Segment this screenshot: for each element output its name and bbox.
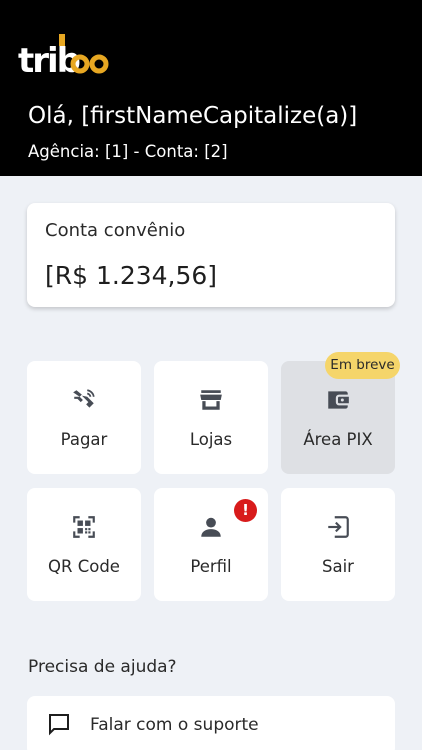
logout-icon: [325, 514, 351, 540]
support-button[interactable]: Falar com o suporte: [27, 696, 395, 750]
balance-label: Conta convênio: [45, 220, 186, 241]
wallet-icon: [325, 387, 351, 413]
balance-card: Conta convênio [R$ 1.234,56]: [27, 203, 395, 307]
coming-soon-badge: Em breve: [325, 352, 400, 379]
logo-accent-bar: [59, 34, 65, 46]
tile-qr-code[interactable]: QR Code: [27, 488, 141, 601]
greeting-title: Olá, [firstNameCapitalize(a)]: [28, 103, 358, 129]
tile-lojas[interactable]: Lojas: [154, 361, 268, 474]
tile-label: QR Code: [48, 557, 120, 576]
support-label: Falar com o suporte: [90, 715, 259, 735]
tile-pagar[interactable]: Pagar: [27, 361, 141, 474]
tile-label: Perfil: [190, 557, 232, 576]
logo-rings-icon: [70, 54, 109, 74]
balance-value: [R$ 1.234,56]: [45, 261, 218, 290]
contactless-pay-icon: [71, 387, 97, 413]
tile-sair[interactable]: Sair: [281, 488, 395, 601]
app-header: trib Olá, [firstNameCapitalize(a)] Agênc…: [0, 0, 422, 176]
storefront-icon: [198, 387, 224, 413]
profile-alert-badge: !: [234, 499, 257, 522]
qr-code-icon: [71, 514, 97, 540]
person-icon: [198, 514, 224, 540]
tile-label: Lojas: [189, 430, 233, 449]
account-info: Agência: [1] - Conta: [2]: [28, 142, 228, 161]
tile-label: Pagar: [60, 430, 108, 449]
help-title: Precisa de ajuda?: [28, 657, 177, 677]
tile-label: Área PIX: [303, 430, 373, 449]
chat-icon: [47, 712, 71, 736]
tile-label: Sair: [322, 557, 354, 576]
brand-logo: trib: [18, 34, 109, 78]
